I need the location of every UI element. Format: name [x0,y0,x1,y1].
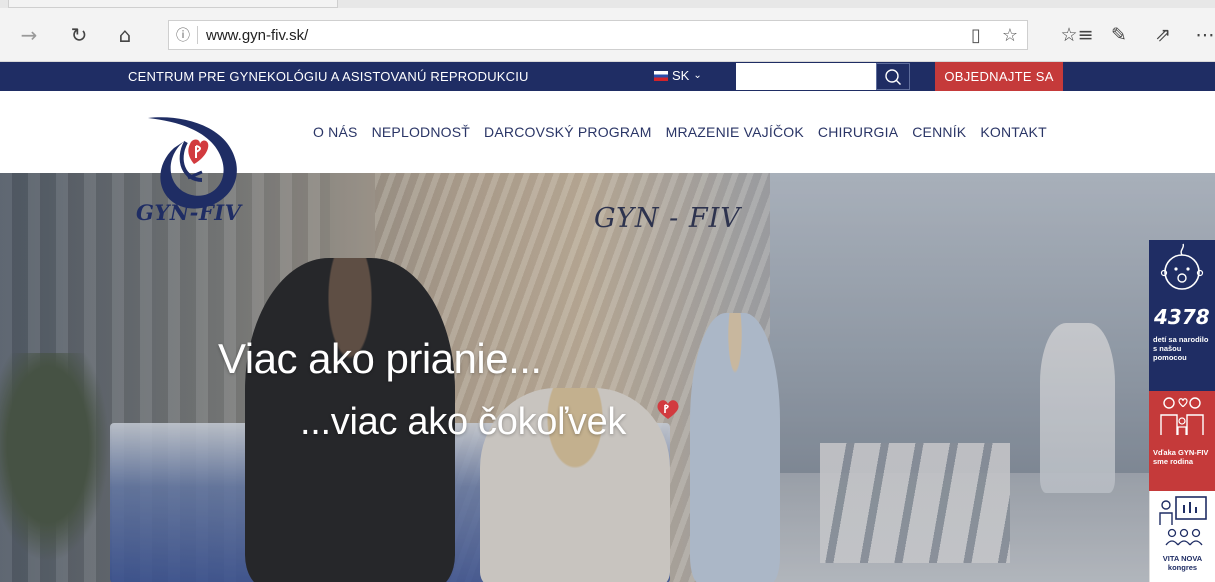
hero-shade [0,173,1215,582]
address-bar[interactable]: ⓘ www.gyn-fiv.sk/ ▯ ☆ [168,20,1028,50]
pen-icon[interactable]: ✎ [1104,22,1134,48]
hero-headline-2: ...viac ako čokoľvek [300,401,627,443]
home-icon[interactable]: ⌂ [112,22,138,48]
favorites-list-icon[interactable]: ☆≡ [1061,22,1094,48]
babies-born-widget[interactable]: 4378 detí sa narodilo s našou pomocou [1149,240,1215,391]
share-icon[interactable]: ⇗ [1148,22,1178,48]
tab-strip [0,0,1215,8]
family-stories-widget[interactable]: Vďaka GYN-FIV sme rodina [1149,391,1215,491]
menu-item-neplodnost[interactable]: NEPLODNOSŤ [372,124,470,140]
browser-chrome: → ↻ ⌂ ⓘ www.gyn-fiv.sk/ ▯ ☆ ☆≡ ✎ ⇗ ⋯ [0,0,1215,62]
chevron-down-icon: ⌄ [693,70,702,81]
heart-icon [657,400,679,419]
site-tagline: CENTRUM PRE GYNEKOLÓGIU A ASISTOVANÚ REP… [128,69,529,84]
url-text[interactable]: www.gyn-fiv.sk/ [206,27,959,44]
menu-item-darcovsky-program[interactable]: DARCOVSKÝ PROGRAM [484,124,652,140]
family-icon [1160,397,1204,435]
refresh-icon[interactable]: ↻ [66,22,92,48]
more-icon[interactable]: ⋯ [1190,22,1215,48]
presentation-icon [1159,496,1207,546]
congress-text: VITA NOVA kongres [1162,554,1203,572]
slovak-flag-icon [654,70,668,81]
menu-item-mrazenie-vajicok[interactable]: MRAZENIE VAJÍČOK [666,124,804,140]
forward-icon[interactable]: → [16,22,42,48]
baby-face-icon [1160,243,1204,290]
site-top-bar: CENTRUM PRE GYNEKOLÓGIU A ASISTOVANÚ REP… [0,62,1215,91]
hero-banner: GYN - FIV Viac ako prianie... ...viac ak… [0,173,1215,582]
address-separator [197,26,198,44]
order-button[interactable]: OBJEDNAJTE SA [935,62,1063,91]
babies-count: 4378 [1154,305,1210,329]
babies-text: detí sa narodilo s našou pomocou [1153,335,1209,362]
reading-view-icon[interactable]: ▯ [959,25,993,46]
search-button[interactable] [876,63,910,90]
logo-text: GYN-FIV [136,200,242,225]
menu-item-kontakt[interactable]: KONTAKT [980,124,1046,140]
search-input[interactable] [736,63,876,90]
language-selector[interactable]: SK ⌄ [654,68,702,83]
info-icon[interactable]: ⓘ [169,25,197,45]
active-tab[interactable] [8,0,338,8]
menu-item-chirurgia[interactable]: CHIRURGIA [818,124,898,140]
congress-widget[interactable]: VITA NOVA kongres [1149,491,1215,582]
family-text: Vďaka GYN-FIV sme rodina [1153,448,1209,466]
favorite-star-icon[interactable]: ☆ [993,25,1027,46]
menu-item-cennik[interactable]: CENNÍK [912,124,966,140]
hero-headline-1: Viac ako prianie... [218,335,542,382]
main-menu: O NÁS NEPLODNOSŤ DARCOVSKÝ PROGRAM MRAZE… [313,124,1047,140]
language-label: SK [672,68,690,83]
menu-item-o-nas[interactable]: O NÁS [313,124,358,140]
search-icon [885,68,901,85]
